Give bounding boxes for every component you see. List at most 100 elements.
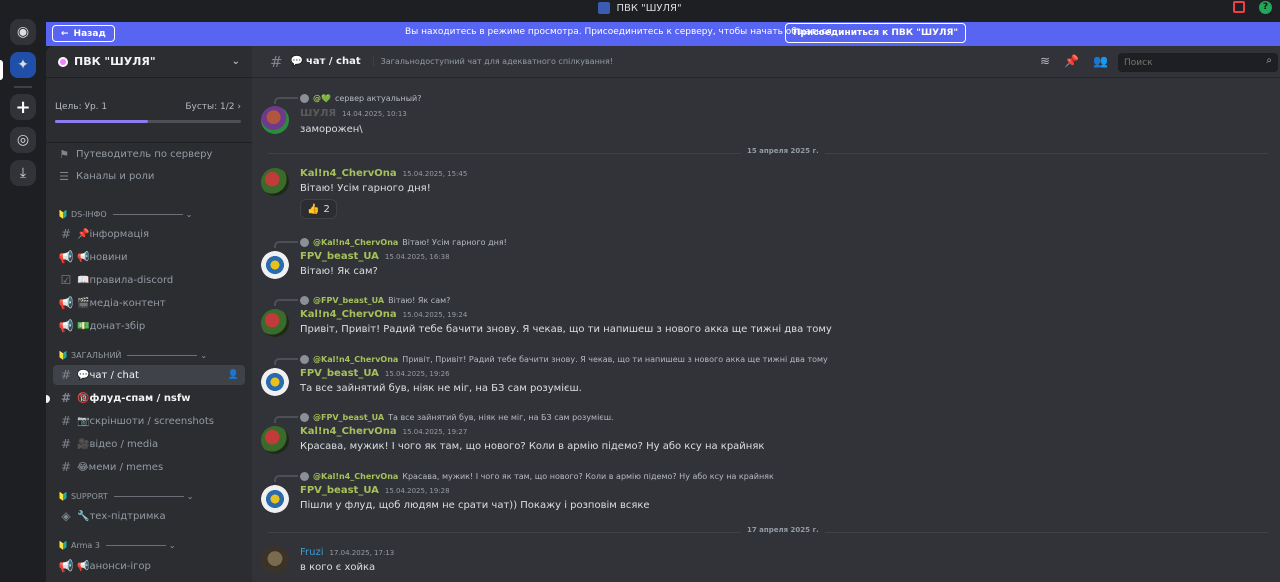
- megaphone-icon: 📢: [58, 319, 74, 333]
- channels-roles-link[interactable]: ☰ Каналы и роли: [56, 166, 242, 186]
- message-author[interactable]: FPV_beast_UA 15.04.2025, 19:28: [300, 485, 450, 496]
- avatar[interactable]: [261, 485, 289, 513]
- megaphone-icon: 📢: [58, 559, 74, 573]
- message-text: Та все зайнятий був, ніяк не міг, на БЗ …: [300, 383, 582, 394]
- date-divider: 15 апреля 2025 г.: [268, 147, 1268, 155]
- avatar[interactable]: [261, 368, 289, 396]
- category-flag-icon: 🔰: [58, 351, 68, 360]
- thumbs-up-icon: 👍: [307, 203, 320, 215]
- category-ds-info[interactable]: 🔰 DS-ІНФО ⌄: [58, 210, 192, 219]
- category-general[interactable]: 🔰 ЗАГАЛЬНИЙ ⌄: [58, 351, 207, 360]
- channel-memes[interactable]: # 😂меми / memes: [53, 457, 245, 477]
- avatar[interactable]: [261, 309, 289, 337]
- hash-icon: #: [60, 460, 72, 474]
- reply-preview[interactable]: @FPV_beast_UA Вітаю! Як сам?: [274, 294, 450, 306]
- channel-screenshots[interactable]: # 📷скріншоти / screenshots: [53, 411, 245, 431]
- channel-label: 💬чат / chat: [77, 369, 139, 381]
- server-header[interactable]: ПВК "ШУЛЯ" ⌄: [46, 46, 252, 78]
- message-author[interactable]: FPV_beast_UA 15.04.2025, 19:26: [300, 368, 450, 379]
- category-line: [112, 214, 183, 215]
- avatar[interactable]: [261, 546, 289, 574]
- channel-news[interactable]: 📢 📢новини: [53, 247, 245, 267]
- reply-preview[interactable]: @Kal!n4_ChervOna Привіт, Привіт! Радий т…: [274, 353, 828, 365]
- reply-preview[interactable]: @FPV_beast_UA Та все зайнятий був, ніяк …: [274, 411, 614, 423]
- join-server-button[interactable]: Присоединиться к ПВК "ШУЛЯ": [785, 23, 967, 43]
- search-box[interactable]: ⌕: [1118, 53, 1278, 72]
- message-author[interactable]: FPV_beast_UA 15.04.2025, 16:38: [300, 251, 450, 262]
- channel-label: 🔞флуд-спам / nsfw: [77, 392, 191, 404]
- server-rail: ◉ ✦ + ◎ ⤓: [0, 16, 46, 582]
- reply-preview[interactable]: @Kal!n4_ChervOna Красава, мужик! І чого …: [274, 470, 774, 482]
- reply-hook: [274, 97, 298, 104]
- megaphone-icon: 📢: [58, 296, 74, 310]
- discord-home-icon[interactable]: ◉: [10, 19, 36, 45]
- reply-preview[interactable]: @💚 сервер актуальный?: [274, 92, 421, 104]
- channel-info[interactable]: # 📌інформація: [53, 224, 245, 244]
- category-arma[interactable]: 🔰 Arma 3 ⌄: [58, 541, 176, 550]
- hash-icon: #: [60, 391, 72, 405]
- member-list-icon[interactable]: 👥: [1093, 54, 1108, 68]
- message-author[interactable]: Kal!n4_ChervOna 15.04.2025, 19:27: [300, 426, 467, 437]
- avatar[interactable]: [261, 426, 289, 454]
- channel-video[interactable]: # 🎥відео / media: [53, 434, 245, 454]
- help-icon[interactable]: ?: [1259, 1, 1272, 14]
- search-input[interactable]: [1124, 57, 1254, 68]
- hash-icon: #: [60, 368, 72, 382]
- boost-goal[interactable]: Цель: Ур. 1 Бусты: 1/2 ›: [55, 102, 241, 123]
- reply-author: @Kal!n4_ChervOna: [313, 471, 399, 481]
- download-icon[interactable]: ⤓: [10, 160, 36, 186]
- reply-preview[interactable]: @Kal!n4_ChervOna Вітаю! Усім гарного дня…: [274, 236, 507, 248]
- back-button[interactable]: ← Назад: [52, 25, 115, 42]
- chevron-down-icon: ⌄: [186, 492, 194, 501]
- message-author[interactable]: Kal!n4_ChervOna 15.04.2025, 19:24: [300, 309, 467, 320]
- server-icon-pvk-shulya[interactable]: ✦: [10, 52, 36, 78]
- hash-icon: #: [60, 414, 72, 428]
- sidebar-divider: [46, 142, 252, 143]
- channel-header: # 💬 чат / chat Загальнодоступний чат для…: [252, 46, 1280, 78]
- list-icon: ☰: [59, 169, 69, 183]
- boost-goal-label: Цель: Ур. 1: [55, 102, 108, 112]
- message-author[interactable]: Fruzi 17.04.2025, 17:13: [300, 547, 394, 558]
- chevron-down-icon: ⌄: [185, 210, 193, 219]
- avatar[interactable]: [261, 168, 289, 196]
- reply-hook: [274, 299, 298, 306]
- message-author[interactable]: ШУЛЯ 14.04.2025, 10:13: [300, 108, 407, 119]
- arrow-left-icon: ←: [61, 28, 69, 39]
- category-label: DS-ІНФО: [70, 210, 107, 219]
- channel-label: 💵донат-збір: [77, 320, 146, 332]
- reply-author: @Kal!n4_ChervOna: [313, 354, 399, 364]
- channel-flood[interactable]: # 🔞флуд-спам / nsfw: [53, 388, 245, 408]
- window-titlebar: ПВК "ШУЛЯ" ?: [0, 0, 1280, 16]
- rail-divider: [14, 86, 32, 88]
- add-member-icon[interactable]: 👤: [228, 370, 239, 380]
- channel-topic[interactable]: Загальнодоступний чат для адекватного сп…: [372, 57, 613, 66]
- channel-chat[interactable]: # 💬чат / chat 👤: [53, 365, 245, 385]
- hash-icon: #: [60, 437, 72, 451]
- add-server-icon[interactable]: +: [10, 94, 36, 120]
- reaction-thumbs-up[interactable]: 👍 2: [300, 199, 337, 219]
- date-divider-label: 15 апреля 2025 г.: [741, 147, 825, 155]
- message-timestamp: 15.04.2025, 19:27: [402, 428, 468, 436]
- channel-arma-announce[interactable]: 📢 📢анонси-ігор: [53, 556, 245, 576]
- channel-media-content[interactable]: 📢 🎬медіа-контент: [53, 293, 245, 313]
- category-label: SUPPORT: [70, 492, 108, 501]
- avatar[interactable]: [261, 251, 289, 279]
- inbox-icon[interactable]: [1233, 1, 1245, 13]
- discover-compass-icon[interactable]: ◎: [10, 127, 36, 153]
- channel-donate[interactable]: 📢 💵донат-збір: [53, 316, 245, 336]
- category-line: [113, 496, 184, 497]
- pinned-messages-icon[interactable]: 📌: [1064, 54, 1079, 68]
- category-flag-icon: 🔰: [58, 541, 68, 550]
- channel-rules[interactable]: ☑ 📖правила-discord: [53, 270, 245, 290]
- channel-tech-support[interactable]: ◈ 🔧тех-підтримка: [53, 506, 245, 526]
- category-support[interactable]: 🔰 SUPPORT ⌄: [58, 492, 193, 501]
- channel-label: 🎥відео / media: [77, 438, 159, 450]
- message-author[interactable]: Kal!n4_ChervOna 15.04.2025, 15:45: [300, 168, 467, 179]
- avatar[interactable]: [261, 106, 289, 134]
- chat-area: # 💬 чат / chat Загальнодоступний чат для…: [252, 46, 1280, 582]
- reply-text: Привіт, Привіт! Радий тебе бачити знову.…: [402, 354, 828, 364]
- signpost-icon: ⚑: [59, 147, 69, 161]
- server-guide-link[interactable]: ⚑ Путеводитель по серверу: [56, 144, 242, 164]
- channel-label: 📢новини: [77, 251, 128, 263]
- threads-icon[interactable]: ≋: [1040, 54, 1050, 68]
